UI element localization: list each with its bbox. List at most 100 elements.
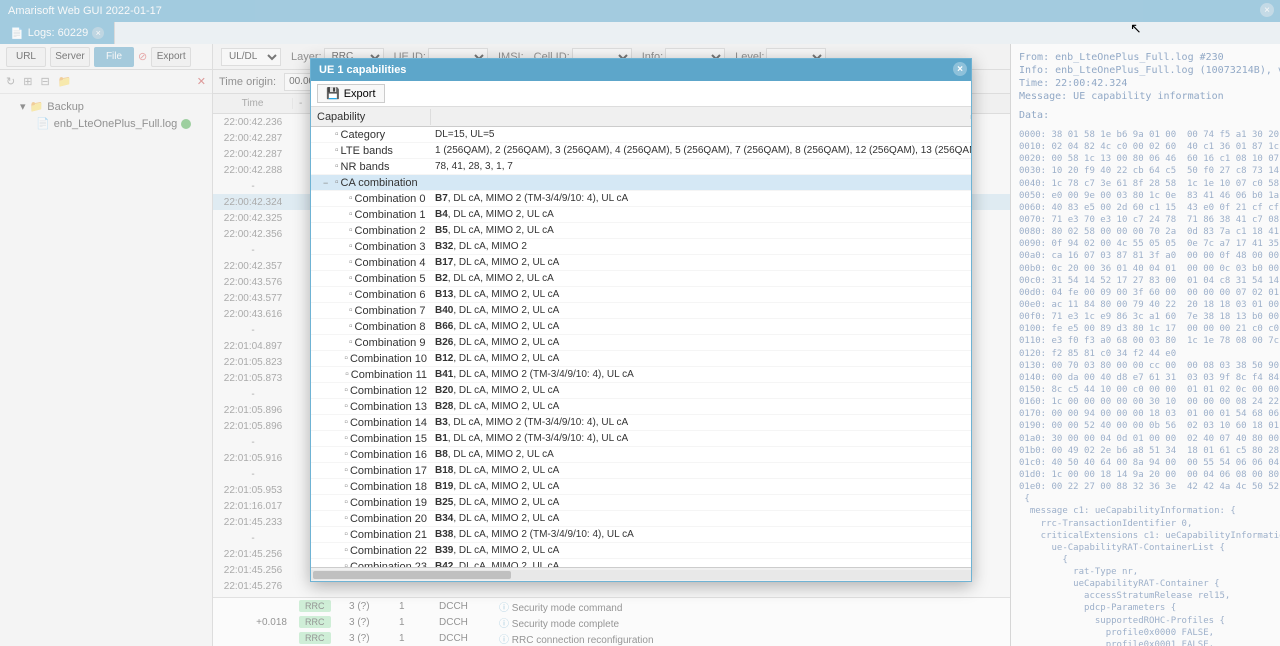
dialog-title: UE 1 capabilities bbox=[319, 64, 406, 76]
folder-name: Backup bbox=[47, 101, 84, 113]
doc-icon: ▫ bbox=[349, 273, 353, 284]
collapse-icon[interactable]: ⊟ bbox=[40, 75, 49, 88]
doc-icon: ▫ bbox=[345, 369, 349, 380]
tree-row[interactable]: ▫Combination 13B28, DL cA, MIMO 2, UL cA bbox=[311, 399, 971, 415]
save-icon: 💾 bbox=[326, 87, 340, 100]
doc-icon: ▫ bbox=[344, 449, 348, 460]
status-dot-icon bbox=[181, 119, 191, 129]
log-bottom: RRC3 (?)1DCCHⓘ Security mode command+0.0… bbox=[213, 597, 1010, 646]
tree-row[interactable]: ▫Combination 17B18, DL cA, MIMO 2, UL cA bbox=[311, 463, 971, 479]
tree-row[interactable]: ▫LTE bands1 (256QAM), 2 (256QAM), 3 (256… bbox=[311, 143, 971, 159]
tree-row[interactable]: ▫CategoryDL=15, UL=5 bbox=[311, 127, 971, 143]
file-tree: ▾ 📁 Backup 📄 enb_LteOnePlus_Full.log bbox=[0, 94, 212, 136]
tree-file[interactable]: 📄 enb_LteOnePlus_Full.log bbox=[0, 115, 212, 132]
doc-icon: ▫ bbox=[335, 177, 339, 188]
tree-row[interactable]: ▫Combination 15B1, DL cA, MIMO 2 (TM-3/4… bbox=[311, 431, 971, 447]
doc-icon: ▫ bbox=[344, 529, 348, 540]
tree-row[interactable]: ▫Combination 20B34, DL cA, MIMO 2, UL cA bbox=[311, 511, 971, 527]
info-line: Info: enb_LteOnePlus_Full.log (10073214B… bbox=[1019, 65, 1272, 76]
sidebar-icons: ↻ ⊞ ⊟ 📁 ✕ bbox=[0, 70, 212, 94]
file-button[interactable]: File bbox=[94, 47, 134, 67]
doc-icon: ▫ bbox=[349, 241, 353, 252]
tree-row[interactable]: ▫Combination 4B17, DL cA, MIMO 2, UL cA bbox=[311, 255, 971, 271]
tree-row[interactable]: ▫Combination 18B19, DL cA, MIMO 2, UL cA bbox=[311, 479, 971, 495]
tab-label: Logs: 60229 bbox=[28, 27, 89, 39]
folder-icon[interactable]: 📁 bbox=[58, 75, 72, 88]
refresh-icon[interactable]: ↻ bbox=[6, 75, 15, 88]
warning-icon: ⊘ bbox=[138, 50, 147, 63]
tree-header: Capability bbox=[311, 107, 971, 127]
doc-icon: ▫ bbox=[344, 545, 348, 556]
doc-icon: ▫ bbox=[344, 433, 348, 444]
tab-close-icon[interactable]: × bbox=[92, 27, 104, 39]
hex-dump: 0000: 38 01 58 1e b6 9a 01 00 00 74 f5 a… bbox=[1019, 129, 1272, 646]
doc-icon: ▫ bbox=[335, 145, 339, 156]
export-button[interactable]: 💾 Export bbox=[317, 84, 385, 103]
th-value bbox=[431, 115, 971, 119]
tree-row[interactable]: ▫Combination 19B25, DL cA, MIMO 2, UL cA bbox=[311, 495, 971, 511]
capabilities-dialog: UE 1 capabilities × 💾 Export Capability … bbox=[310, 58, 972, 582]
tree-row[interactable]: ▫Combination 14B3, DL cA, MIMO 2 (TM-3/4… bbox=[311, 415, 971, 431]
tab-logs[interactable]: 📄 Logs: 60229 × bbox=[0, 22, 115, 44]
tree-row[interactable]: ▫Combination 12B20, DL cA, MIMO 2, UL cA bbox=[311, 383, 971, 399]
close-icon[interactable]: ✕ bbox=[197, 75, 206, 88]
dialog-close-icon[interactable]: × bbox=[953, 62, 967, 76]
app-title: Amarisoft Web GUI 2022-01-17 bbox=[8, 5, 162, 17]
doc-icon: ▫ bbox=[344, 497, 348, 508]
doc-icon: ▫ bbox=[344, 385, 348, 396]
tree-row[interactable]: ▫Combination 21B38, DL cA, MIMO 2 (TM-3/… bbox=[311, 527, 971, 543]
tree-folder[interactable]: ▾ 📁 Backup bbox=[0, 98, 212, 115]
file-icon: 📄 bbox=[36, 117, 50, 130]
tree-row[interactable]: −▫CA combination bbox=[311, 175, 971, 191]
dialog-toolbar: 💾 Export bbox=[311, 81, 971, 107]
log-row[interactable]: +0.018RRC3 (?)1DCCHⓘ Security mode compl… bbox=[213, 614, 1010, 630]
tree-row[interactable]: ▫Combination 16B8, DL cA, MIMO 2, UL cA bbox=[311, 447, 971, 463]
expand-icon[interactable]: ⊞ bbox=[23, 75, 32, 88]
doc-icon: ▫ bbox=[349, 305, 353, 316]
col-d: - bbox=[293, 98, 311, 109]
url-button[interactable]: URL bbox=[6, 47, 46, 67]
uldl-select[interactable]: UL/DL bbox=[221, 48, 281, 66]
detail-panel: From: enb_LteOnePlus_Full.log #230 Info:… bbox=[1010, 44, 1280, 646]
time-origin-label: Time origin: bbox=[219, 76, 276, 88]
doc-icon: ▫ bbox=[349, 289, 353, 300]
expand-icon[interactable]: − bbox=[323, 178, 333, 188]
tree-row[interactable]: ▫Combination 5B2, DL cA, MIMO 2, UL cA bbox=[311, 271, 971, 287]
doc-icon: ▫ bbox=[344, 513, 348, 524]
tree-row[interactable]: ▫Combination 7B40, DL cA, MIMO 2, UL cA bbox=[311, 303, 971, 319]
export-button[interactable]: Export bbox=[151, 47, 191, 67]
sidebar: URL Server File ⊘ Export ↻ ⊞ ⊟ 📁 ✕ ▾ 📁 B… bbox=[0, 44, 213, 646]
tree-row[interactable]: ▫Combination 1B4, DL cA, MIMO 2, UL cA bbox=[311, 207, 971, 223]
doc-icon: ▫ bbox=[344, 561, 348, 567]
tabs-bar: 📄 Logs: 60229 × bbox=[0, 22, 1280, 44]
tree-row[interactable]: ▫Combination 2B5, DL cA, MIMO 2, UL cA bbox=[311, 223, 971, 239]
tree-row[interactable]: ▫Combination 23B42, DL cA, MIMO 2, UL cA bbox=[311, 559, 971, 567]
from-line: From: enb_LteOnePlus_Full.log #230 bbox=[1019, 52, 1272, 63]
dialog-body[interactable]: Capability ▫CategoryDL=15, UL=5▫LTE band… bbox=[311, 107, 971, 567]
tree-row[interactable]: ▫Combination 22B39, DL cA, MIMO 2, UL cA bbox=[311, 543, 971, 559]
tree-row[interactable]: ▫Combination 10B12, DL cA, MIMO 2, UL cA bbox=[311, 351, 971, 367]
file-name: enb_LteOnePlus_Full.log bbox=[54, 118, 178, 130]
tree-row[interactable]: ▫NR bands78, 41, 28, 3, 1, 7 bbox=[311, 159, 971, 175]
tree-row[interactable]: ▫Combination 0B7, DL cA, MIMO 2 (TM-3/4/… bbox=[311, 191, 971, 207]
server-button[interactable]: Server bbox=[50, 47, 90, 67]
tree-row[interactable]: ▫Combination 3B32, DL cA, MIMO 2 bbox=[311, 239, 971, 255]
data-label: Data: bbox=[1019, 110, 1272, 121]
log-row[interactable]: RRC3 (?)1DCCHⓘ Security mode command bbox=[213, 598, 1010, 614]
doc-icon: ▫ bbox=[335, 161, 339, 172]
tree-row[interactable]: ▫Combination 9B26, DL cA, MIMO 2, UL cA bbox=[311, 335, 971, 351]
tree-row[interactable]: ▫Combination 11B41, DL cA, MIMO 2 (TM-3/… bbox=[311, 367, 971, 383]
folder-icon: 📁 bbox=[30, 100, 44, 113]
tree-row[interactable]: ▫Combination 6B13, DL cA, MIMO 2, UL cA bbox=[311, 287, 971, 303]
tree-row[interactable]: ▫Combination 8B66, DL cA, MIMO 2, UL cA bbox=[311, 319, 971, 335]
dialog-footer bbox=[311, 567, 971, 581]
horizontal-scrollbar[interactable] bbox=[311, 570, 971, 580]
app-close-icon[interactable]: × bbox=[1260, 3, 1274, 17]
chevron-down-icon[interactable]: ▾ bbox=[20, 100, 26, 113]
file-icon: 📄 bbox=[10, 27, 24, 40]
export-label: Export bbox=[344, 88, 376, 100]
doc-icon: ▫ bbox=[349, 209, 353, 220]
doc-icon: ▫ bbox=[344, 481, 348, 492]
dialog-title-bar[interactable]: UE 1 capabilities × bbox=[311, 59, 971, 81]
log-row[interactable]: RRC3 (?)1DCCHⓘ RRC connection reconfigur… bbox=[213, 630, 1010, 646]
